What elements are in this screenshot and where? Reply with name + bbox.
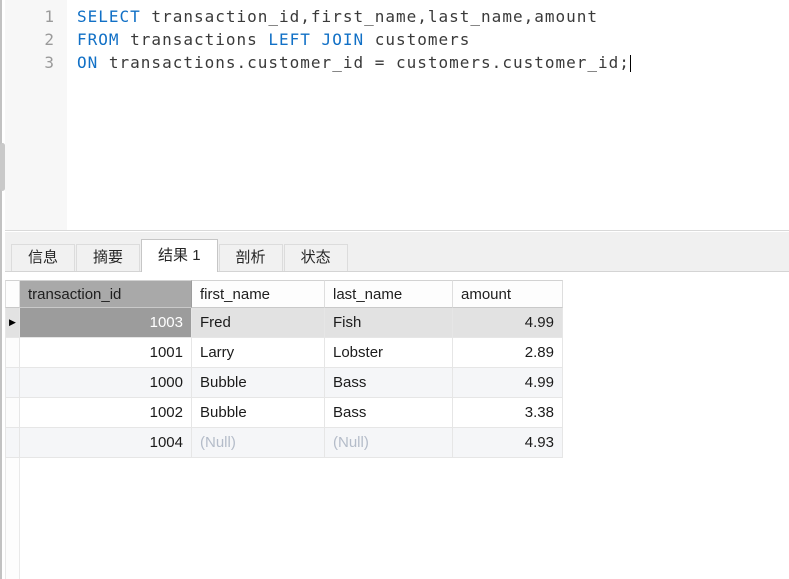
tab-status[interactable]: 状态: [284, 244, 348, 271]
results-grid: transaction_idfirst_namelast_nameamount …: [5, 280, 563, 458]
table-cell[interactable]: Bubble: [192, 368, 325, 398]
table-cell[interactable]: Fish: [325, 308, 453, 338]
code-line: SELECT transaction_id,first_name,last_na…: [77, 5, 789, 28]
table-cell[interactable]: 1003: [20, 308, 192, 338]
row-indicator-icon: ▶: [9, 318, 16, 327]
left-rail-divider: [0, 0, 2, 579]
grid-body: ▶1003FredFish4.991001LarryLobster2.89100…: [5, 308, 563, 458]
line-number: 1: [5, 5, 67, 28]
table-cell[interactable]: 4.99: [453, 368, 563, 398]
table-cell[interactable]: (Null): [325, 428, 453, 458]
sql-code-editor[interactable]: 123 SELECT transaction_id,first_name,las…: [5, 0, 789, 231]
table-row[interactable]: 1001LarryLobster2.89: [5, 338, 563, 368]
code-line: ON transactions.customer_id = customers.…: [77, 51, 789, 74]
table-cell[interactable]: Bubble: [192, 398, 325, 428]
line-number-gutter: 123: [5, 0, 67, 230]
table-cell[interactable]: 2.89: [453, 338, 563, 368]
line-number: 2: [5, 28, 67, 51]
table-cell[interactable]: 1002: [20, 398, 192, 428]
table-cell[interactable]: 4.93: [453, 428, 563, 458]
column-header-transaction_id[interactable]: transaction_id: [20, 280, 192, 308]
line-number: 3: [5, 51, 67, 74]
row-gutter[interactable]: [5, 398, 20, 428]
column-header-first_name[interactable]: first_name: [192, 280, 325, 308]
column-header-last_name[interactable]: last_name: [325, 280, 453, 308]
table-cell[interactable]: 1004: [20, 428, 192, 458]
row-gutter[interactable]: [5, 428, 20, 458]
table-cell[interactable]: Bass: [325, 368, 453, 398]
row-indicator[interactable]: ▶: [5, 308, 20, 338]
row-gutter[interactable]: [5, 338, 20, 368]
table-cell[interactable]: 3.38: [453, 398, 563, 428]
grid-gutter-tail: [5, 458, 20, 579]
table-row[interactable]: 1000BubbleBass4.99: [5, 368, 563, 398]
table-cell[interactable]: Fred: [192, 308, 325, 338]
table-row[interactable]: 1004(Null)(Null)4.93: [5, 428, 563, 458]
grid-header-row: transaction_idfirst_namelast_nameamount: [5, 280, 563, 308]
table-cell[interactable]: Bass: [325, 398, 453, 428]
table-cell[interactable]: 1001: [20, 338, 192, 368]
table-cell[interactable]: 1000: [20, 368, 192, 398]
code-lines[interactable]: SELECT transaction_id,first_name,last_na…: [67, 0, 789, 230]
tab-info[interactable]: 信息: [11, 244, 75, 271]
table-cell[interactable]: Larry: [192, 338, 325, 368]
text-cursor: [630, 55, 631, 72]
table-row[interactable]: ▶ 1003FredFish4.99: [5, 308, 563, 338]
tab-summary[interactable]: 摘要: [76, 244, 140, 271]
tab-profile[interactable]: 剖析: [219, 244, 283, 271]
results-panel: transaction_idfirst_namelast_nameamount …: [5, 272, 789, 579]
table-cell[interactable]: (Null): [192, 428, 325, 458]
code-line: FROM transactions LEFT JOIN customers: [77, 28, 789, 51]
tab-bar: 信息摘要结果 1剖析状态: [5, 232, 789, 272]
grid-corner-cell[interactable]: [5, 280, 20, 308]
column-header-amount[interactable]: amount: [453, 280, 563, 308]
sql-editor-window: 123 SELECT transaction_id,first_name,las…: [0, 0, 789, 579]
table-cell[interactable]: 4.99: [453, 308, 563, 338]
table-row[interactable]: 1002BubbleBass3.38: [5, 398, 563, 428]
row-gutter[interactable]: [5, 368, 20, 398]
tab-result-1[interactable]: 结果 1: [141, 239, 218, 272]
table-cell[interactable]: Lobster: [325, 338, 453, 368]
